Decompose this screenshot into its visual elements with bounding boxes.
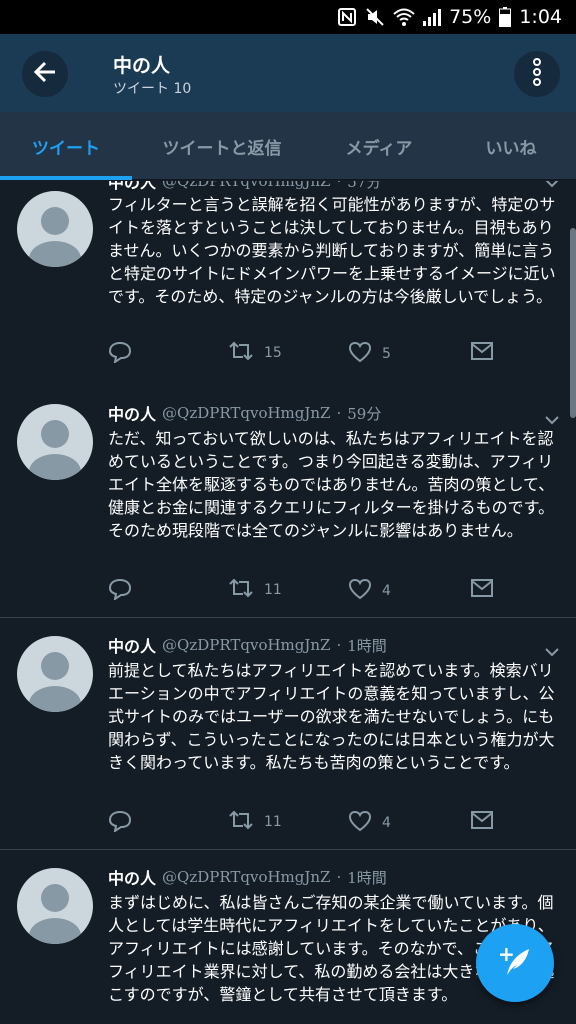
retweet-icon bbox=[228, 578, 254, 602]
heart-icon bbox=[348, 810, 372, 836]
overflow-menu-button[interactable] bbox=[514, 51, 560, 97]
reply-button[interactable] bbox=[108, 578, 132, 604]
tweet-count: ツイート 10 bbox=[113, 81, 192, 97]
reply-icon bbox=[108, 341, 132, 367]
status-time: 1:04 bbox=[519, 6, 562, 28]
like-count: 5 bbox=[382, 346, 391, 362]
retweet-count: 15 bbox=[264, 345, 282, 361]
reply-icon bbox=[108, 810, 132, 836]
direct-message-button[interactable] bbox=[470, 578, 494, 602]
retweet-icon bbox=[228, 810, 254, 834]
tweet-author-name[interactable]: 中の人 bbox=[108, 181, 156, 193]
status-bar: 75% 1:04 bbox=[0, 0, 576, 34]
like-button[interactable]: 4 bbox=[348, 578, 391, 604]
tweet-author-name[interactable]: 中の人 bbox=[108, 633, 156, 657]
profile-tabs: ツイート ツイートと返信 メディア いいね bbox=[0, 112, 576, 180]
tweet-separator: · bbox=[336, 636, 342, 654]
envelope-icon bbox=[470, 341, 494, 365]
tweet-header: 中の人 @QzDPRTqvoHmgJnZ · 1時間 bbox=[108, 631, 387, 659]
tweet-timestamp: 57分 bbox=[347, 181, 382, 191]
tweet-text: 前提として私たちはアフィリエイトを認めています。検索バリエーションの中でアフィリ… bbox=[108, 661, 555, 772]
tweet-author-name[interactable]: 中の人 bbox=[108, 865, 156, 889]
retweet-button[interactable]: 15 bbox=[228, 341, 282, 365]
retweet-button[interactable]: 11 bbox=[228, 810, 282, 834]
avatar[interactable] bbox=[17, 404, 93, 480]
direct-message-button[interactable] bbox=[470, 341, 494, 365]
retweet-icon bbox=[228, 341, 254, 365]
tweet-timestamp: 1時間 bbox=[347, 636, 387, 655]
retweet-button[interactable]: 11 bbox=[228, 578, 282, 602]
back-arrow-icon bbox=[32, 59, 58, 89]
back-button[interactable] bbox=[22, 51, 68, 97]
app-bar: 中の人 ツイート 10 bbox=[0, 34, 576, 112]
tweet-text: フィルターと言うと誤解を招く可能性がありますが、特定のサイトを落とすということは… bbox=[108, 195, 556, 306]
reply-button[interactable] bbox=[108, 341, 132, 367]
like-button[interactable]: 4 bbox=[348, 810, 391, 836]
tweet-timestamp: 1時間 bbox=[347, 868, 387, 887]
scrollbar-thumb[interactable] bbox=[570, 228, 576, 418]
tweet-author-handle: @QzDPRTqvoHmgJnZ bbox=[162, 868, 331, 886]
tweet[interactable]: 中の人 @QzDPRTqvoHmgJnZ · 59分 ただ、知っておいて欲しいの… bbox=[0, 386, 576, 618]
avatar[interactable] bbox=[17, 636, 93, 712]
compose-tweet-button[interactable]: + bbox=[476, 924, 554, 1002]
overflow-menu-icon bbox=[532, 58, 542, 90]
tab-tweets-and-replies[interactable]: ツイートと返信 bbox=[132, 112, 312, 180]
mute-icon bbox=[365, 7, 385, 27]
tweet-actions: 11 4 bbox=[108, 578, 498, 602]
page-title: 中の人 bbox=[113, 55, 171, 77]
tweet-separator: · bbox=[336, 404, 342, 422]
wifi-icon bbox=[393, 7, 415, 27]
compose-feather-icon: + bbox=[495, 941, 535, 985]
envelope-icon bbox=[470, 578, 494, 602]
signal-icon bbox=[423, 8, 442, 26]
heart-icon bbox=[348, 341, 372, 367]
tab-media[interactable]: メディア bbox=[312, 112, 446, 180]
tweet-author-handle: @QzDPRTqvoHmgJnZ bbox=[162, 636, 331, 654]
tweet-author-name[interactable]: 中の人 bbox=[108, 401, 156, 425]
battery-icon bbox=[499, 7, 512, 27]
avatar[interactable] bbox=[17, 191, 93, 267]
like-count: 4 bbox=[382, 815, 391, 831]
tab-tweets[interactable]: ツイート bbox=[0, 112, 132, 180]
like-count: 4 bbox=[382, 583, 391, 599]
direct-message-button[interactable] bbox=[470, 810, 494, 834]
tweet[interactable]: 中の人 @QzDPRTqvoHmgJnZ · 57分 フィルターと言うと誤解を招… bbox=[0, 181, 576, 405]
retweet-count: 11 bbox=[264, 814, 282, 830]
nfc-icon bbox=[337, 7, 357, 27]
chevron-down-icon[interactable] bbox=[544, 181, 560, 192]
tweet-author-handle: @QzDPRTqvoHmgJnZ bbox=[162, 181, 331, 190]
reply-icon bbox=[108, 578, 132, 604]
tweet-separator: · bbox=[336, 181, 342, 190]
tweet-actions: 11 4 bbox=[108, 810, 498, 834]
tweet-header: 中の人 @QzDPRTqvoHmgJnZ · 1時間 bbox=[108, 863, 387, 891]
tweet-timestamp: 59分 bbox=[347, 404, 382, 423]
tweet-actions: 15 5 bbox=[108, 341, 498, 365]
reply-button[interactable] bbox=[108, 810, 132, 836]
tab-likes[interactable]: いいね bbox=[446, 112, 576, 180]
avatar[interactable] bbox=[17, 868, 93, 944]
like-button[interactable]: 5 bbox=[348, 341, 391, 367]
tweet-author-handle: @QzDPRTqvoHmgJnZ bbox=[162, 404, 331, 422]
tweet-separator: · bbox=[336, 868, 342, 886]
envelope-icon bbox=[470, 810, 494, 834]
battery-percent: 75% bbox=[449, 6, 492, 28]
tweet[interactable]: 中の人 @QzDPRTqvoHmgJnZ · 1時間 前提として私たちはアフィリ… bbox=[0, 618, 576, 850]
retweet-count: 11 bbox=[264, 582, 282, 598]
heart-icon bbox=[348, 578, 372, 604]
timeline[interactable]: 中の人 @QzDPRTqvoHmgJnZ · 57分 フィルターと言うと誤解を招… bbox=[0, 181, 576, 1024]
tweet-text: ただ、知っておいて欲しいのは、私たちはアフィリエイトを認めているということです。… bbox=[108, 429, 555, 540]
tweet-header: 中の人 @QzDPRTqvoHmgJnZ · 59分 bbox=[108, 399, 381, 427]
